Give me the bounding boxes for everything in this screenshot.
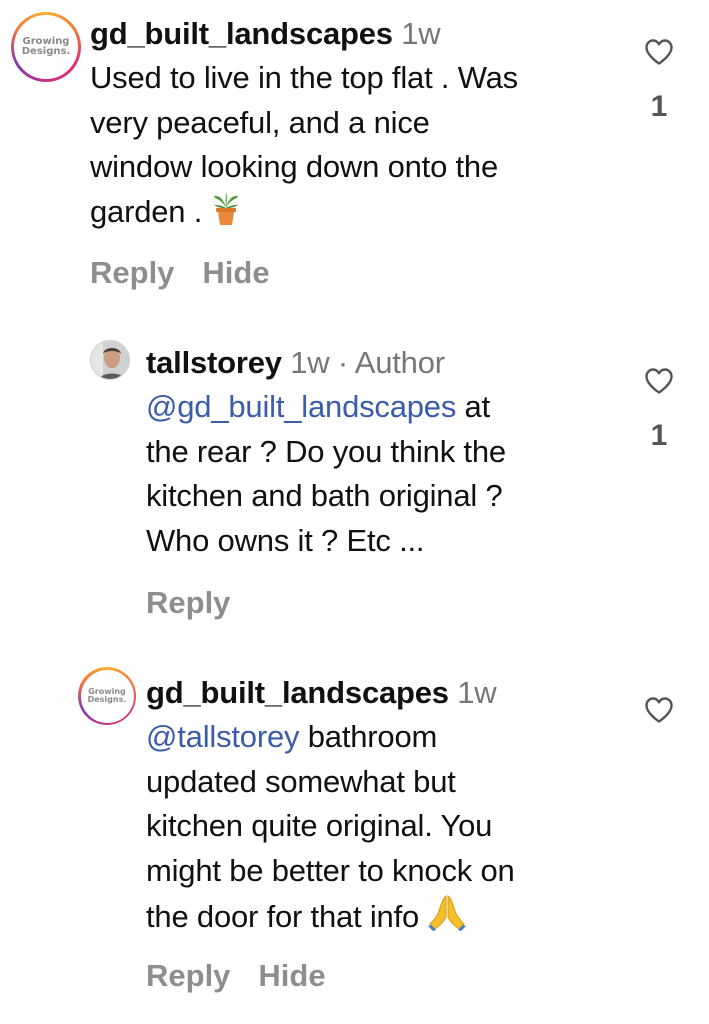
username-link[interactable]: gd_built_landscapes <box>90 16 393 51</box>
comment-text-line-last: garden . <box>90 190 635 239</box>
comment-actions: Reply Hide <box>90 255 298 291</box>
comment-body: tallstorey 1w · Author @gd_built_landsca… <box>146 341 626 563</box>
comment-text-line: kitchen quite original. You <box>146 808 493 843</box>
comment-text-line: Used to live in the top flat . Was <box>90 60 518 95</box>
timestamp: 1w <box>457 675 497 710</box>
comment-body: gd_built_landscapes 1w Used to live in t… <box>90 12 635 238</box>
like-count[interactable]: 1 <box>644 419 674 453</box>
mention-link[interactable]: @gd_built_landscapes <box>146 389 456 424</box>
heart-icon[interactable] <box>644 367 674 395</box>
comment-text-line: Who owns it ? Etc ... <box>146 522 425 558</box>
username-link[interactable]: tallstorey <box>146 345 282 380</box>
avatar[interactable] <box>90 340 130 380</box>
timestamp: 1w <box>290 345 330 380</box>
avatar-logo-line-2: Designs. <box>87 695 127 704</box>
comment-text-line: might be better to knock on <box>146 852 515 888</box>
potted-plant-icon <box>211 191 241 239</box>
comment-actions: Reply <box>146 585 258 621</box>
comment-text-fragment: bathroom <box>299 719 438 754</box>
author-label: · Author <box>329 345 445 380</box>
reply-button[interactable]: Reply <box>90 255 174 290</box>
reply-button[interactable]: Reply <box>146 958 230 993</box>
comment-text-line: updated somewhat but <box>146 763 456 799</box>
avatar[interactable]: Growing Designs. <box>78 667 136 725</box>
hide-button[interactable]: Hide <box>258 958 325 993</box>
comment-text-line: very peaceful, and a nice <box>90 104 430 140</box>
avatar[interactable]: Growing Designs. <box>11 12 81 82</box>
timestamp: 1w <box>401 16 441 51</box>
folded-hands-icon <box>427 893 467 944</box>
comment-actions: Reply Hide <box>146 958 354 994</box>
comment-text-fragment: the door for that info <box>146 899 428 934</box>
username-link[interactable]: gd_built_landscapes <box>146 675 449 710</box>
heart-icon[interactable] <box>644 696 674 724</box>
avatar-logo-line-2: Designs. <box>21 46 71 57</box>
comment-text-line: @gd_built_landscapes at <box>146 385 626 430</box>
reply-button[interactable]: Reply <box>146 585 230 620</box>
comment-text-line-last: the door for that info <box>146 893 626 944</box>
heart-icon[interactable] <box>644 38 674 66</box>
mention-link[interactable]: @tallstorey <box>146 719 300 754</box>
comment-text-line: the rear ? Do you think the <box>146 433 506 469</box>
comment-text-line: window looking down onto the <box>90 149 499 184</box>
comment-text-fragment: garden . <box>90 193 211 229</box>
comment-text-line: kitchen and bath original ? <box>146 478 503 513</box>
hide-button[interactable]: Hide <box>202 255 269 290</box>
comment-text-fragment: at <box>456 389 491 424</box>
like-count[interactable]: 1 <box>644 90 674 124</box>
comment-text-line: @tallstorey bathroom <box>146 715 626 760</box>
comment-body: gd_built_landscapes 1w @tallstorey bathr… <box>146 671 626 944</box>
